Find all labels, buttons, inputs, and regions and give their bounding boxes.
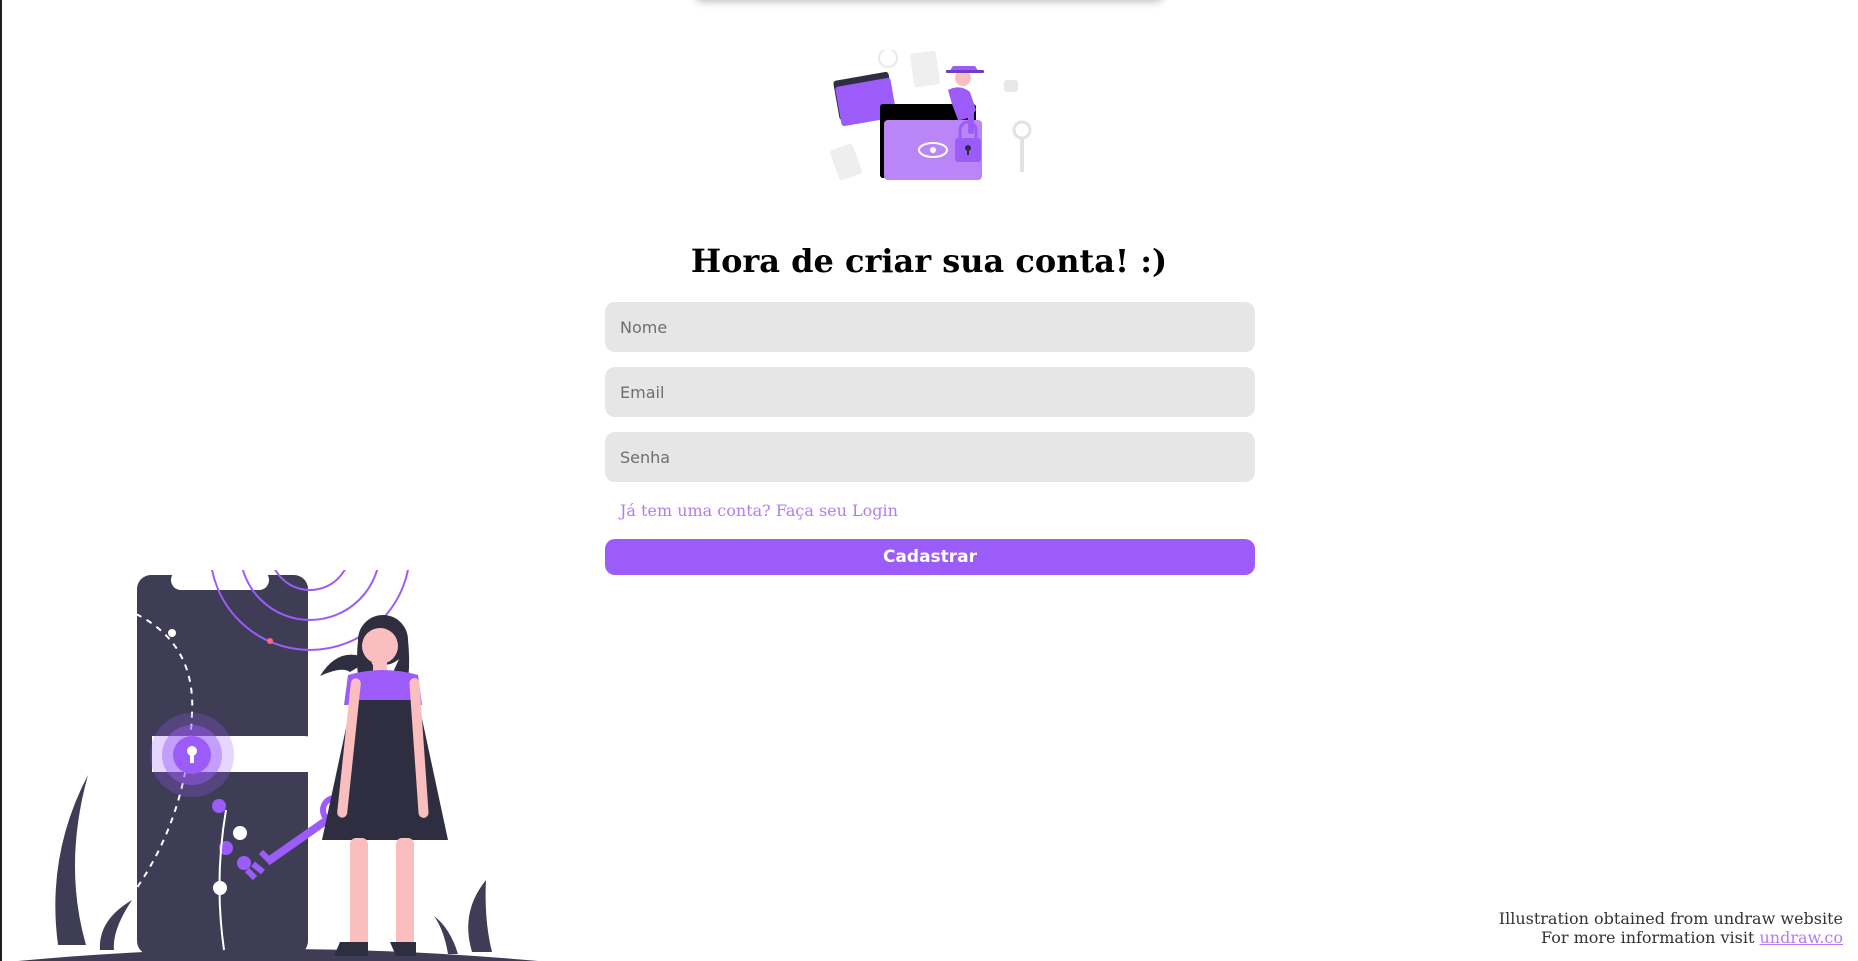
signup-form: Já tem uma conta? Faça seu Login Cadastr… [605, 302, 1255, 575]
undraw-link[interactable]: undraw.co [1759, 928, 1843, 947]
login-link[interactable]: Já tem uma conta? Faça seu Login [620, 499, 1255, 523]
window-left-border [0, 0, 2, 961]
email-input[interactable] [605, 367, 1255, 417]
register-button[interactable]: Cadastrar [605, 539, 1255, 575]
password-input[interactable] [605, 432, 1255, 482]
secret-files-illustration [830, 50, 1032, 181]
page-title: Hora de criar sua conta! :) [690, 242, 1168, 280]
credit-more-info: For more information visit undraw.co [1499, 928, 1843, 947]
name-input[interactable] [605, 302, 1255, 352]
credit-line: Illustration obtained from undraw websit… [1498, 909, 1843, 928]
credit-prefix: For more information visit [1540, 928, 1755, 947]
woman-with-key-illustration [18, 570, 538, 961]
illustration-credit: Illustration obtained from undraw websit… [1499, 909, 1843, 947]
